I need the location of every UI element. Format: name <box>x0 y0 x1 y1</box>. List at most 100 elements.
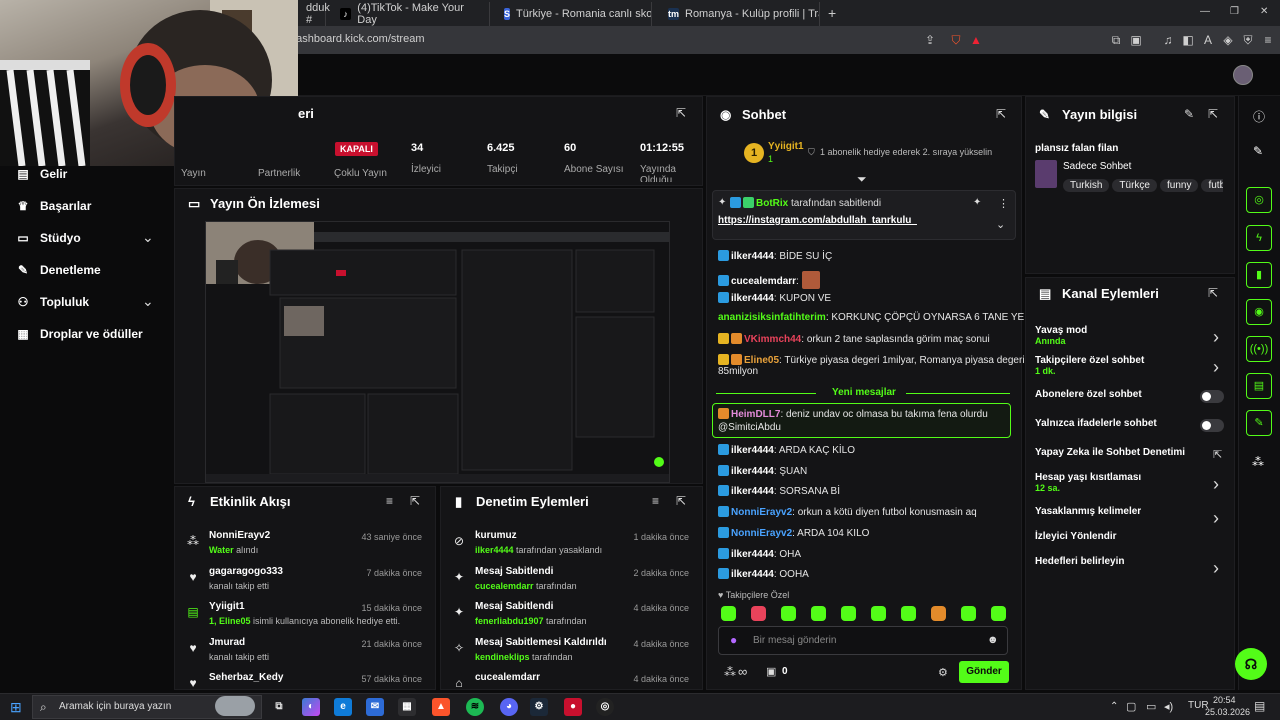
feed-row[interactable]: ♥ Jmurad kanalı takip etti 21 dakika önce <box>178 637 432 669</box>
tag[interactable]: futbo <box>1201 179 1223 192</box>
rail-button-doc[interactable]: ▮ <box>1246 262 1272 288</box>
chat-username[interactable]: ilker4444 <box>731 569 774 580</box>
popout-icon[interactable]: ⇱ <box>676 106 686 120</box>
filter-icon[interactable]: ≡ <box>386 494 393 508</box>
modactions-row-sub-highlight[interactable]: ilker4444 <box>475 545 514 555</box>
top-gifter-name[interactable]: Yyiigit1 <box>768 141 804 152</box>
category-thumbnail[interactable] <box>1035 160 1057 188</box>
chevron-right-icon[interactable]: › <box>1213 357 1219 378</box>
chevron-right-icon[interactable]: › <box>1213 508 1219 529</box>
channel-action-row[interactable]: Hedefleri belirleyin <box>1035 556 1124 567</box>
new-tab-button[interactable]: + <box>828 5 836 21</box>
sidebar-item-studyo[interactable]: ▭ Stüdyo <box>16 228 80 248</box>
translate-icon[interactable]: A <box>1200 32 1216 48</box>
tab-kick[interactable]: dduk # <box>296 2 330 26</box>
popout-icon[interactable]: ⇱ <box>1208 286 1218 300</box>
channel-action-row[interactable]: İzleyici Yönlendir <box>1035 531 1117 542</box>
chat-username[interactable]: NonniErayv2 <box>731 507 792 518</box>
tab-sofascore[interactable]: S Türkiye - Romania canlı skor, baş baş <box>494 2 652 26</box>
pinned-by-user[interactable]: BotRix <box>756 198 788 209</box>
emote-icon[interactable] <box>931 606 946 621</box>
emote-icon[interactable] <box>901 606 916 621</box>
chat-username[interactable]: cucealemdarr <box>731 276 796 287</box>
edge-icon[interactable]: e <box>334 698 352 716</box>
obs-icon[interactable]: ◎ <box>596 698 614 716</box>
feed-row[interactable]: ✦ Mesaj Sabitlendi fenerliabdu1907 tarafın… <box>444 601 699 633</box>
chat-username[interactable]: Eline05 <box>744 355 779 366</box>
chat-username[interactable]: VKimmch44 <box>744 334 801 345</box>
popout-icon[interactable]: ⇱ <box>1208 107 1218 121</box>
popout-icon[interactable]: ⇱ <box>410 494 420 508</box>
chat-username[interactable]: ilker4444 <box>731 293 774 304</box>
tag[interactable]: Turkish <box>1063 179 1110 192</box>
mail-icon[interactable]: ✉ <box>366 698 384 716</box>
rail-button-camera[interactable]: ◎ <box>1246 187 1272 213</box>
external-link-icon[interactable]: ⇱ <box>1213 448 1222 461</box>
emote-icon[interactable] <box>871 606 886 621</box>
chat-username[interactable]: ilker4444 <box>731 466 774 477</box>
help-button[interactable]: ☊ <box>1235 648 1267 680</box>
windows-start-icon[interactable]: ⊞ <box>10 699 22 716</box>
minimize-button[interactable]: — <box>1200 6 1210 17</box>
feed-row[interactable]: ✦ Mesaj Sabitlendi cucealemdarr tarafından… <box>444 566 699 598</box>
channel-action-row[interactable]: Takipçilere özel sohbet 1 dk. <box>1035 355 1144 376</box>
store-icon[interactable]: ▦ <box>398 698 416 716</box>
chevron-right-icon[interactable]: › <box>1213 558 1219 579</box>
music-icon[interactable]: ♫ <box>1160 32 1176 48</box>
gift-box-icon[interactable]: ▣ <box>766 665 776 678</box>
emote-icon[interactable] <box>751 606 766 621</box>
close-button[interactable]: ✕ <box>1260 6 1268 17</box>
channel-action-row[interactable]: Hesap yaşı kısıtlaması 12 sa. <box>1035 472 1141 493</box>
info-icon[interactable]: ⓘ <box>1253 108 1265 125</box>
channel-action-row[interactable]: Yalnızca ifadelerle sohbet <box>1035 418 1157 429</box>
new-messages-divider[interactable]: Yeni mesajlar <box>832 387 896 398</box>
chat-username[interactable]: ananizisiksinfatihterim <box>718 312 826 323</box>
spotify-icon[interactable]: ≋ <box>466 698 484 716</box>
emote-icon[interactable] <box>961 606 976 621</box>
emoji-icon[interactable]: ☻ <box>987 634 999 646</box>
chat-username[interactable]: ilker4444 <box>731 549 774 560</box>
activity-row-sub-highlight[interactable]: 1, Eline05 <box>209 616 251 626</box>
modactions-row-sub-highlight[interactable]: cucealemdarr <box>475 581 534 591</box>
category-name[interactable]: Sadece Sohbet <box>1063 161 1131 172</box>
copilot-icon[interactable]: ◐ <box>302 698 320 716</box>
emote-icon[interactable] <box>811 606 826 621</box>
chevron-down-icon[interactable]: ⌄ <box>142 229 154 246</box>
mic-icon[interactable]: ● <box>730 633 737 647</box>
channel-action-row[interactable]: Yavaş mod Anında <box>1035 325 1087 346</box>
sidebar-item-droplar[interactable]: ▦ Droplar ve ödüller <box>16 324 142 344</box>
tab-transfermarkt[interactable]: tm Romanya - Kulüp profili | Transferma <box>658 2 820 26</box>
avatar[interactable] <box>1233 65 1253 85</box>
recorder-icon[interactable]: ● <box>564 698 582 716</box>
sidebar-item-topluluk[interactable]: ⚇ Topluluk <box>16 292 90 312</box>
chat-username[interactable]: ilker4444 <box>731 486 774 497</box>
unpin-icon[interactable]: ✦ <box>973 197 981 208</box>
expand-icon[interactable]: ⌄ <box>996 218 1005 231</box>
network-icon[interactable]: ▭ <box>1146 700 1156 713</box>
rail-button-chat[interactable]: ◉ <box>1246 299 1272 325</box>
clock-time[interactable]: 20:54 <box>1213 695 1236 705</box>
wallet-icon[interactable]: ◈ <box>1220 32 1236 48</box>
sidebar-toggle-icon[interactable]: ◧ <box>1180 32 1196 48</box>
maximize-button[interactable]: ❐ <box>1230 6 1239 17</box>
group-icon[interactable]: ⁂ <box>724 665 736 679</box>
rail-button-lightning[interactable]: ϟ <box>1246 225 1272 251</box>
emote-icon[interactable] <box>781 606 796 621</box>
channel-action-row[interactable]: Abonelere özel sohbet <box>1035 389 1142 400</box>
feed-row[interactable]: ⊘ kurumuz ilker4444 tarafından yasaklandı 1… <box>444 530 699 562</box>
rail-button-wrench[interactable]: ✎ <box>1246 410 1272 436</box>
popout-icon[interactable]: ⇱ <box>996 107 1006 121</box>
clock-date[interactable]: 25.03.2026 <box>1205 707 1250 717</box>
toggle-switch[interactable] <box>1200 390 1224 403</box>
steam-icon[interactable]: ⚙ <box>530 698 548 716</box>
chevron-down-icon[interactable]: ⌄ <box>142 293 154 310</box>
chat-username[interactable]: NonniErayv2 <box>731 528 792 539</box>
pinned-link[interactable]: https://instagram.com/abdullah_tanrkulu_ <box>718 215 917 226</box>
vpn-tray-icon[interactable]: ▢ <box>1126 700 1136 713</box>
vpn-icon[interactable]: ⛨ <box>1240 32 1256 48</box>
menu-icon[interactable]: ≡ <box>1260 32 1276 48</box>
rail-button-broadcast[interactable]: ((•)) <box>1246 336 1272 362</box>
sidebar-item-gelir[interactable]: ▤ Gelir <box>16 164 67 184</box>
channel-action-row[interactable]: Yapay Zeka ile Sohbet Denetimi <box>1035 447 1185 458</box>
chat-username[interactable]: ilker4444 <box>731 445 774 456</box>
